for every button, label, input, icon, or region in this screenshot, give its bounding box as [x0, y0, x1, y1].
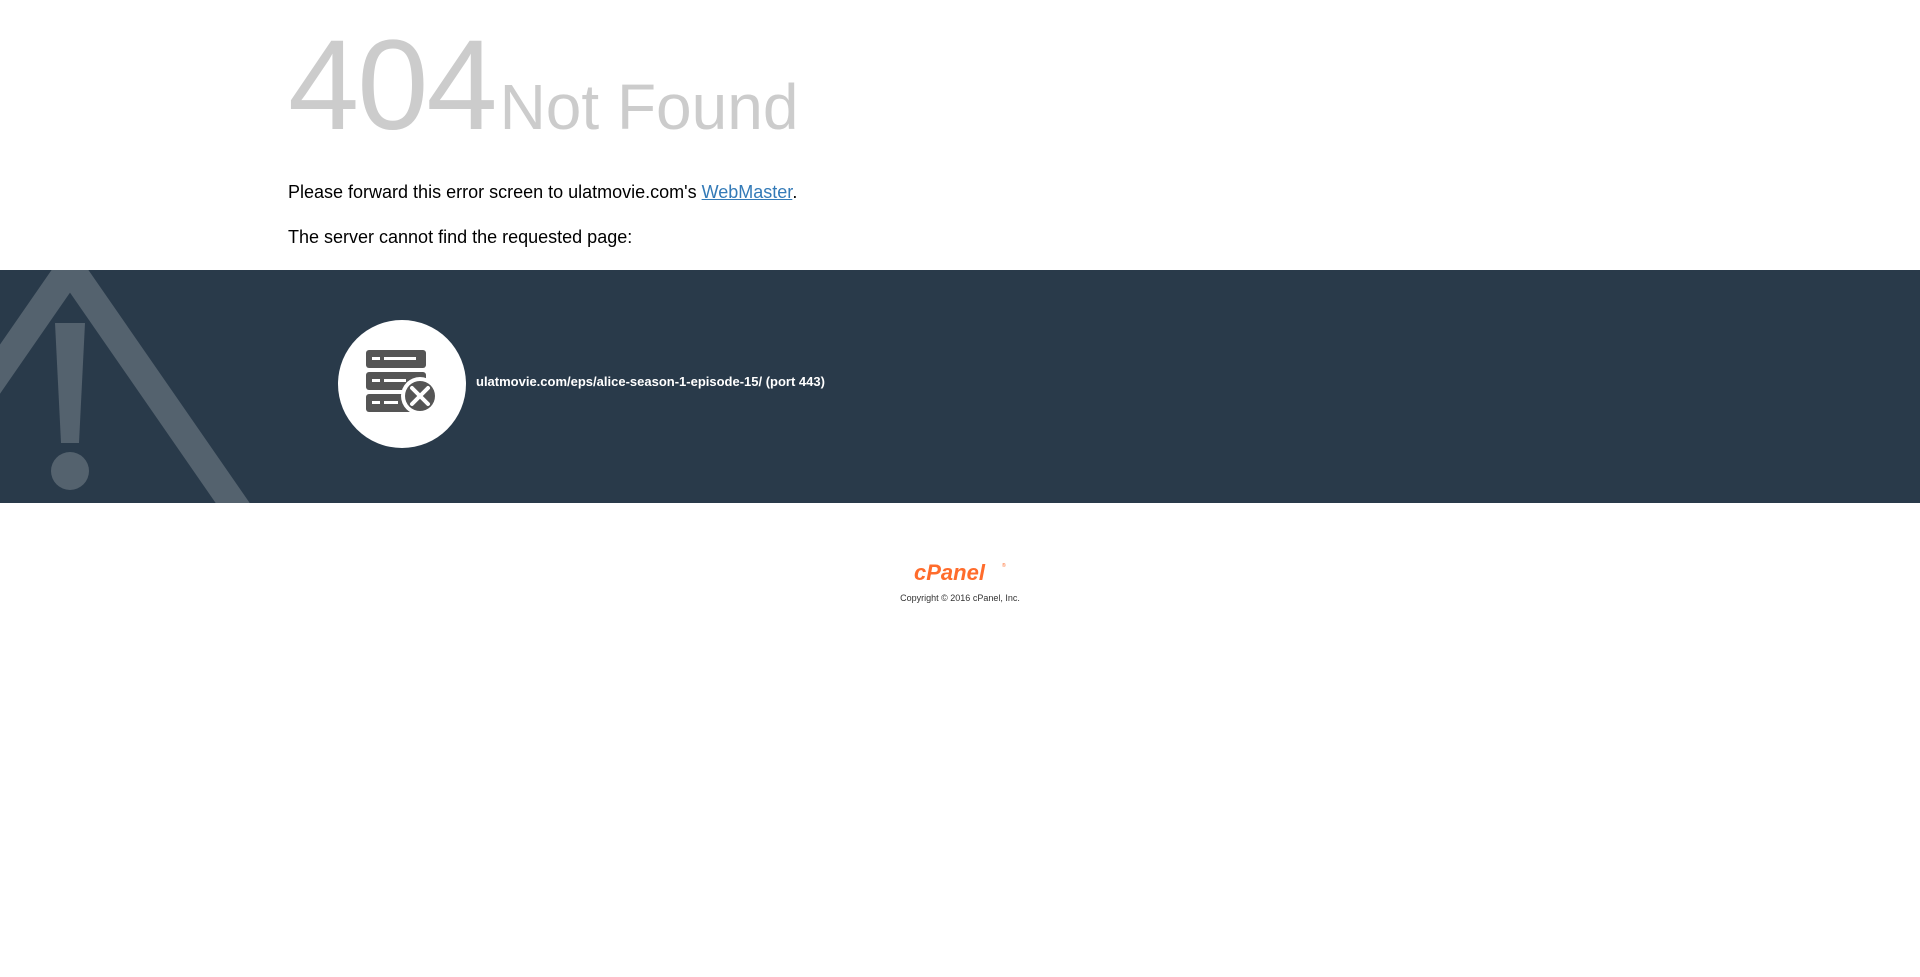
error-title: Not Found [499, 71, 799, 143]
webmaster-link[interactable]: WebMaster [702, 182, 793, 202]
footer: cPanel ® Copyright © 2016 cPanel, Inc. [0, 560, 1920, 604]
server-icon-circle [338, 320, 466, 448]
error-heading: 404Not Found [288, 22, 798, 150]
warning-triangle-icon [0, 270, 250, 503]
error-code: 404 [288, 14, 498, 157]
server-error-icon [366, 350, 439, 415]
copyright-text: Copyright © 2016 cPanel, Inc. [900, 593, 1020, 603]
forward-message-suffix: . [792, 182, 798, 202]
not-found-message: The server cannot find the requested pag… [288, 227, 633, 247]
svg-text:®: ® [1002, 562, 1006, 569]
error-band: ulatmovie.com/eps/alice-season-1-episode… [0, 270, 1920, 503]
forward-message-prefix: Please forward this error screen to ulat… [288, 182, 702, 202]
forward-message: Please forward this error screen to ulat… [288, 181, 797, 203]
cpanel-logo-text: cPanel [914, 560, 986, 585]
cpanel-logo-mark: cPanel ® [914, 560, 1006, 585]
requested-url: ulatmovie.com/eps/alice-season-1-episode… [476, 374, 825, 389]
cpanel-logo[interactable]: cPanel ® [912, 560, 1008, 591]
